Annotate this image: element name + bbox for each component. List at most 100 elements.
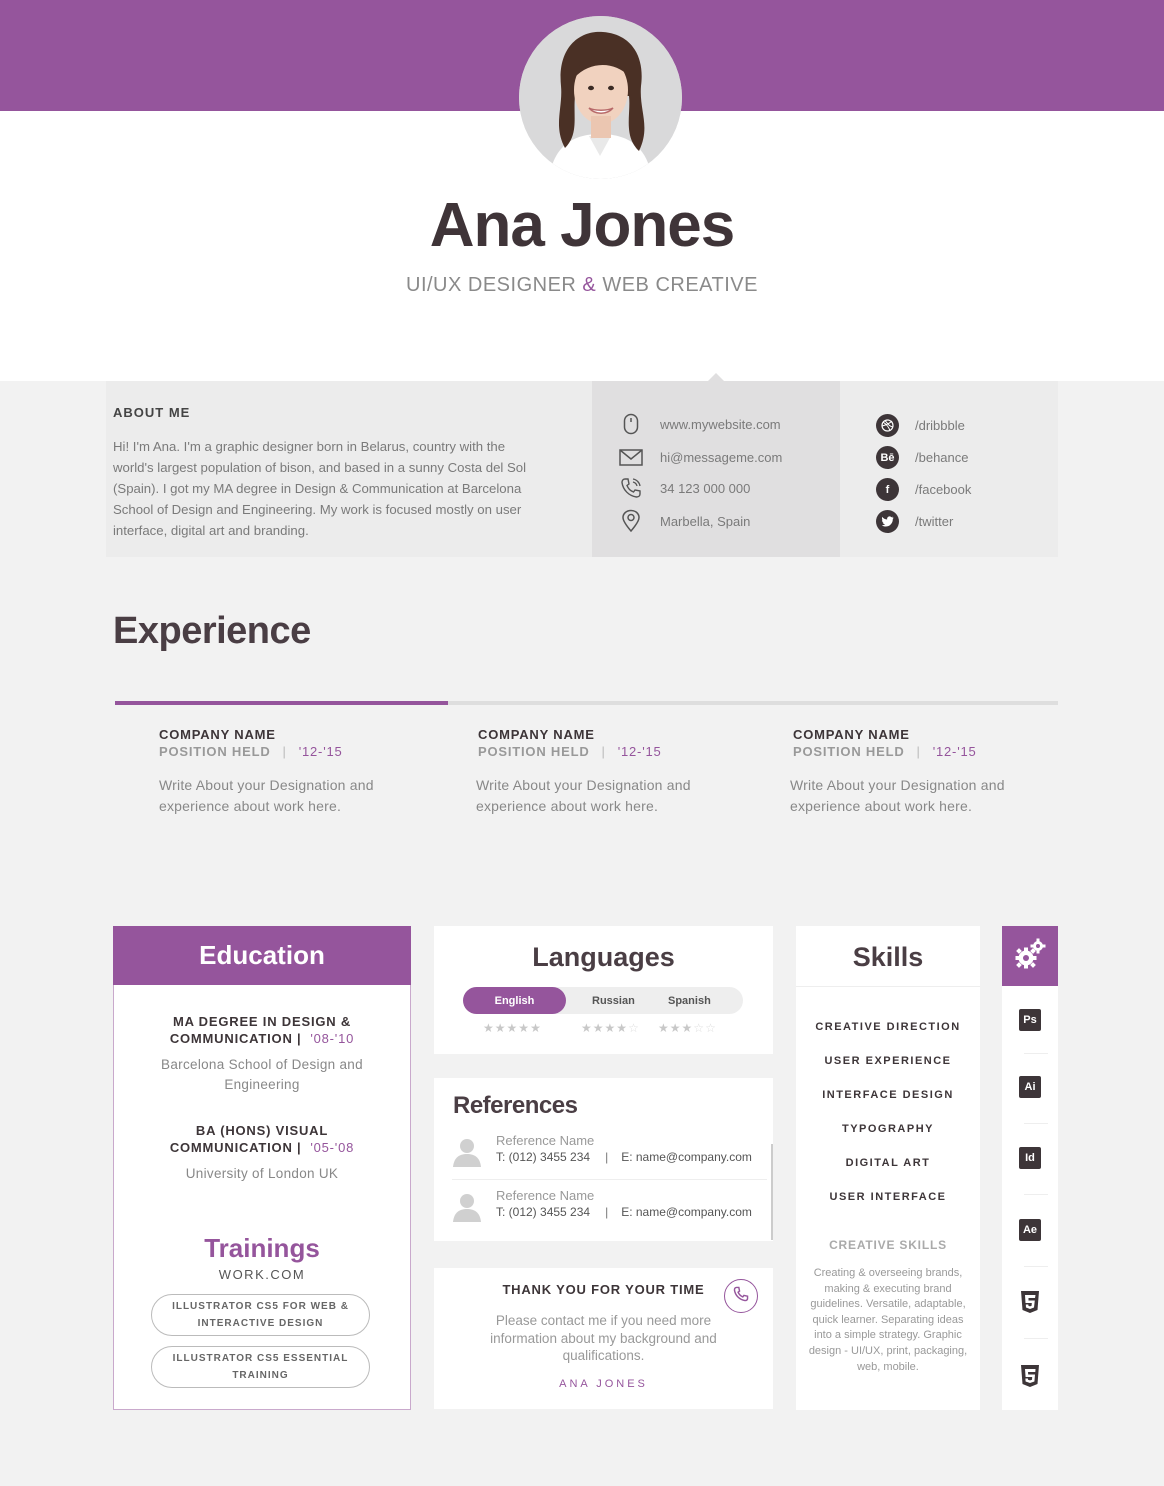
phone-icon <box>733 1286 749 1307</box>
degree-2: BA (HONS) VISUAL COMMUNICATION | '05-'08… <box>114 1122 410 1184</box>
location-pin-icon <box>618 508 644 534</box>
social-facebook[interactable]: f /facebook <box>876 478 971 501</box>
job-title: UI/UX DESIGNER & WEB CREATIVE <box>0 274 1164 297</box>
social-dribbble[interactable]: /dribbble <box>876 414 965 437</box>
contact-phone[interactable]: 34 123 000 000 <box>660 481 750 496</box>
creative-skills-text: Creating & overseeing brands, making & e… <box>808 1267 968 1373</box>
skills-divider <box>796 986 980 987</box>
person-name: Ana Jones <box>429 191 736 260</box>
experience-heading: Experience <box>113 610 311 652</box>
job-position: POSITION HELD | '12-'15 <box>793 744 977 759</box>
training-pill-1[interactable]: ILLUSTRATOR CS5 FOR WEB & INTERACTIVE DES… <box>151 1294 370 1336</box>
job-entry-2: COMPANY NAME POSITION HELD | '12-'15 Write… <box>476 727 738 817</box>
thank-you-card: THANK YOU FOR YOUR TIME Please contact m… <box>434 1268 773 1409</box>
education-heading: Education <box>113 926 411 985</box>
languages-card: Languages English Russian Spanish ★★★★★ … <box>434 926 773 1054</box>
contact-phone-row[interactable]: 34 123 000 000 <box>618 475 750 501</box>
job-entry-1: COMPANY NAME POSITION HELD | '12-'15 Write… <box>159 727 419 817</box>
tools-header <box>1002 926 1058 986</box>
social-behance[interactable]: Bē /behance <box>876 446 969 469</box>
contact-email-row[interactable]: hi@messageme.com <box>618 444 782 470</box>
job-description: Write About your Designation and experie… <box>790 777 1005 814</box>
job-position: POSITION HELD | '12-'15 <box>478 744 662 759</box>
profile-photo <box>519 16 682 179</box>
education-card: Education MA DEGREE IN DESIGN & COMMUNIC… <box>113 926 411 1410</box>
reference-name: Reference Name <box>496 1188 595 1203</box>
mouse-icon <box>618 411 644 437</box>
degree-school: University of London UK <box>185 1166 339 1181</box>
tool-divider <box>1024 1123 1048 1124</box>
contact-email[interactable]: hi@messageme.com <box>660 450 782 465</box>
experience-timeline-active[interactable] <box>115 701 448 705</box>
degree-title: MA DEGREE IN DESIGN & <box>172 1014 352 1029</box>
star-filled-icon: ★ <box>658 1021 670 1035</box>
social-dribbble-label[interactable]: /dribbble <box>915 418 965 433</box>
language-tab-spanish[interactable]: Spanish <box>668 987 711 1014</box>
twitter-icon <box>876 510 899 533</box>
star-filled-icon: ★ <box>581 1021 593 1035</box>
references-scrollbar[interactable] <box>771 1144 773 1240</box>
skill-item: DIGITAL ART <box>845 1157 931 1169</box>
job-company: COMPANY NAME <box>793 727 910 742</box>
star-filled-icon: ★ <box>530 1021 542 1035</box>
facebook-icon: f <box>876 478 899 501</box>
social-behance-label[interactable]: /behance <box>915 450 969 465</box>
language-rating-russian: ★★★★☆ <box>581 1021 640 1035</box>
tools-sidebar: Ps Ai Id Ae <box>1002 926 1058 1410</box>
dribbble-icon <box>876 414 899 437</box>
profile-photo-illustration <box>519 16 682 179</box>
trainings-heading: Trainings <box>204 1233 320 1263</box>
reference-contact: T: (012) 3455 234 | E: name@company.com <box>496 1205 752 1219</box>
tool-divider <box>1024 1194 1048 1195</box>
job-title-ampersand: & <box>582 274 597 296</box>
contact-section: www.mywebsite.com hi@messageme.com 34 12… <box>592 381 840 557</box>
job-position: POSITION HELD | '12-'15 <box>159 744 343 759</box>
star-filled-icon: ★ <box>483 1021 495 1035</box>
job-title-part2: WEB CREATIVE <box>602 274 758 296</box>
contact-website[interactable]: www.mywebsite.com <box>660 417 781 432</box>
language-rating-spanish: ★★★☆☆ <box>658 1021 717 1035</box>
job-description: Write About your Designation and experie… <box>476 777 691 814</box>
job-company: COMPANY NAME <box>478 727 595 742</box>
css3-icon <box>1017 1289 1043 1315</box>
star-filled-icon: ★ <box>494 1021 507 1035</box>
reference-contact: T: (012) 3455 234 | E: name@company.com <box>496 1150 752 1164</box>
training-pill-2[interactable]: ILLUSTRATOR CS5 ESSENTIAL TRAINING <box>151 1346 370 1388</box>
envelope-icon <box>618 444 644 470</box>
star-filled-icon: ★ <box>681 1021 694 1035</box>
creative-skills-heading: CREATIVE SKILLS <box>829 1238 947 1252</box>
signature: ANA JONES <box>559 1378 648 1390</box>
star-filled-icon: ★ <box>592 1021 605 1035</box>
star-filled-icon: ★ <box>518 1021 531 1035</box>
behance-icon: Bē <box>876 446 899 469</box>
job-description: Write About your Designation and experie… <box>159 777 374 814</box>
degree-school: Barcelona School of Design and Engineeri… <box>161 1057 363 1092</box>
job-title-part1: UI/UX DESIGNER <box>406 274 577 296</box>
indesign-icon: Id <box>1017 1145 1043 1171</box>
references-heading: References <box>453 1092 578 1119</box>
social-section: /dribbble Bē /behance f /facebook /twitt… <box>840 381 1058 557</box>
call-button[interactable] <box>724 1279 758 1313</box>
about-heading: ABOUT ME <box>113 405 191 420</box>
star-empty-icon: ☆ <box>628 1021 640 1035</box>
language-tab-english[interactable]: English <box>463 987 566 1014</box>
language-tab-russian[interactable]: Russian <box>592 987 635 1014</box>
skills-heading: Skills <box>852 942 924 972</box>
skills-card: Skills CREATIVE DIRECTION USER EXPERIENC… <box>796 926 980 1410</box>
about-section: ABOUT ME Hi! I'm Ana. I'm a graphic desi… <box>106 381 592 557</box>
tool-divider <box>1024 1266 1048 1267</box>
social-twitter[interactable]: /twitter <box>876 510 953 533</box>
degree-title-line2: COMMUNICATION | '05-'08 <box>169 1140 355 1155</box>
job-entry-3: COMPANY NAME POSITION HELD | '12-'15 Write… <box>790 727 1053 817</box>
social-facebook-label[interactable]: /facebook <box>915 482 971 497</box>
languages-heading: Languages <box>532 942 675 972</box>
social-twitter-label[interactable]: /twitter <box>915 514 953 529</box>
thank-you-text: Please contact me if you need more infor… <box>490 1313 717 1363</box>
html5-icon <box>1017 1363 1043 1389</box>
trainings-source: WORK.COM <box>218 1267 306 1282</box>
skill-item: CREATIVE DIRECTION <box>815 1021 961 1033</box>
tool-divider <box>1024 1053 1048 1054</box>
star-filled-icon: ★ <box>616 1021 629 1035</box>
contact-website-row[interactable]: www.mywebsite.com <box>618 411 781 437</box>
degree-1: MA DEGREE IN DESIGN & COMMUNICATION | '0… <box>114 1013 410 1095</box>
